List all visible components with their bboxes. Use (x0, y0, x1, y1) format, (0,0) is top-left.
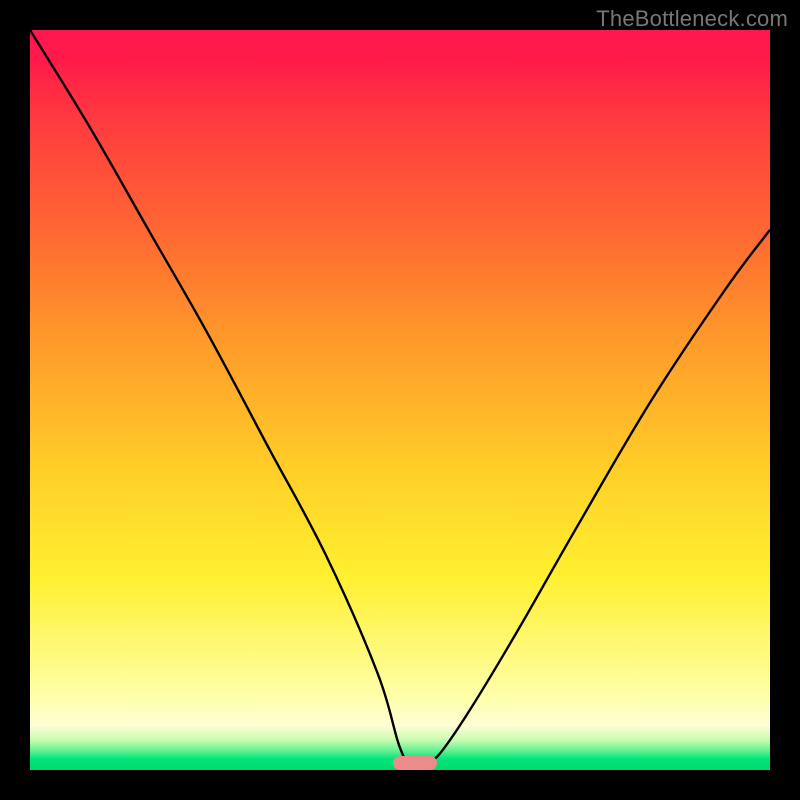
curve-path (30, 30, 770, 770)
plot-area (30, 30, 770, 770)
watermark-text: TheBottleneck.com (596, 6, 788, 32)
bottleneck-curve (30, 30, 770, 770)
chart-frame: TheBottleneck.com (0, 0, 800, 800)
optimal-marker (393, 756, 437, 770)
